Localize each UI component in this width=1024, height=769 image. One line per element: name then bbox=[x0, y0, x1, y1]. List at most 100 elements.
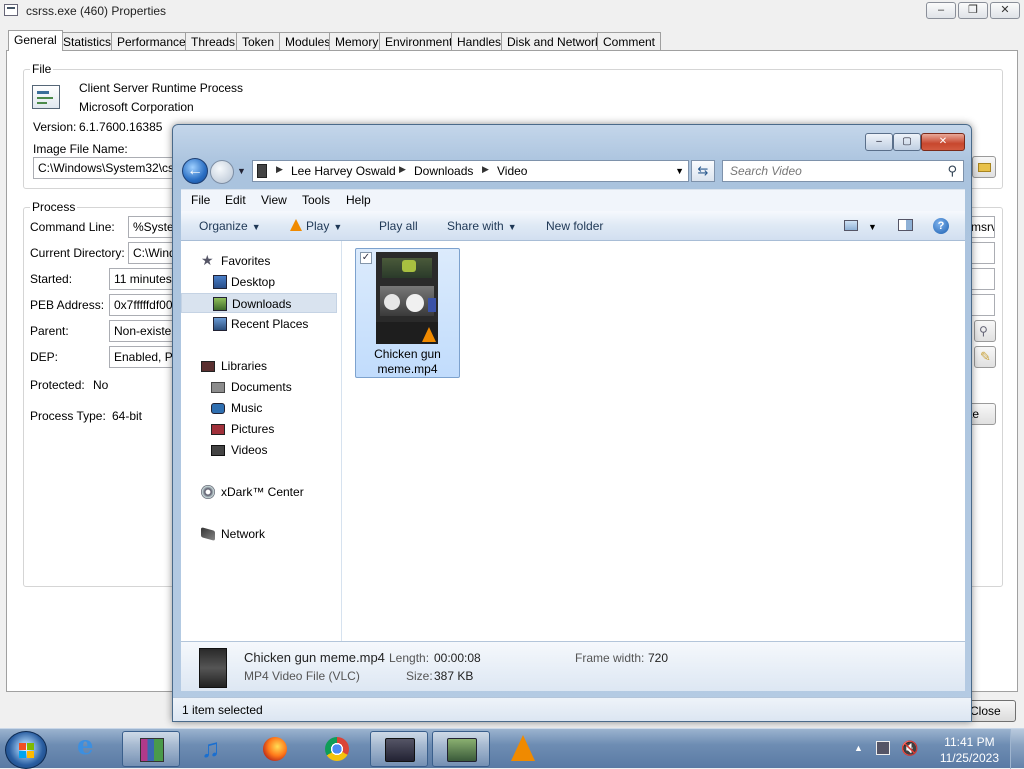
change-view-button[interactable]: ▼ bbox=[844, 219, 877, 233]
menu-edit[interactable]: Edit bbox=[225, 193, 246, 207]
close-button[interactable]: ✕ bbox=[990, 2, 1020, 19]
share-with-button[interactable]: Share with ▼ bbox=[447, 219, 517, 233]
vlc-icon bbox=[422, 327, 436, 342]
nav-network[interactable]: Network bbox=[181, 524, 337, 544]
ie-icon: e bbox=[77, 731, 94, 761]
current-directory-field[interactable]: C:\Wind bbox=[128, 242, 176, 264]
tab-token[interactable]: Token bbox=[236, 32, 281, 50]
taskbar-firefox[interactable] bbox=[246, 731, 304, 767]
menu-tools[interactable]: Tools bbox=[302, 193, 330, 207]
minimize-button[interactable]: – bbox=[926, 2, 956, 19]
search-icon[interactable]: ⚲ bbox=[947, 163, 957, 179]
maximize-button[interactable]: ❐ bbox=[958, 2, 988, 19]
breadcrumb-user[interactable]: Lee Harvey Oswald bbox=[291, 164, 396, 178]
tab-performance[interactable]: Performance bbox=[111, 32, 192, 50]
current-directory-field-tail[interactable] bbox=[969, 242, 995, 264]
clock[interactable]: 11:41 PM 11/25/2023 bbox=[940, 734, 999, 766]
nav-libraries[interactable]: Libraries bbox=[181, 356, 337, 376]
back-button[interactable]: ← bbox=[182, 158, 208, 184]
size-label: Size: bbox=[406, 669, 433, 683]
menu-view[interactable]: View bbox=[261, 193, 287, 207]
address-dropdown-icon[interactable]: ▼ bbox=[675, 166, 684, 176]
nav-documents[interactable]: Documents bbox=[181, 377, 337, 397]
show-desktop-button[interactable] bbox=[1010, 729, 1024, 769]
command-bar: Organize ▼ Play ▼ Play all Share with ▼ New… bbox=[181, 211, 965, 241]
search-input[interactable]: Search Video ⚲ bbox=[722, 160, 964, 182]
nav-pictures[interactable]: Pictures bbox=[181, 419, 337, 439]
address-bar[interactable]: ▶ Lee Harvey Oswald ▶ Downloads ▶ Video … bbox=[252, 160, 689, 182]
tab-statistics[interactable]: Statistics bbox=[57, 32, 118, 50]
dep-field[interactable]: Enabled, Per bbox=[109, 346, 176, 368]
length-value[interactable]: 00:00:08 bbox=[434, 651, 481, 665]
parent-search-button[interactable]: ⚲ bbox=[974, 320, 996, 342]
new-folder-button[interactable]: New folder bbox=[546, 219, 603, 233]
size-value[interactable]: 387 KB bbox=[434, 669, 473, 683]
breadcrumb-separator-icon[interactable]: ▶ bbox=[276, 164, 283, 175]
refresh-button[interactable]: ⇆ bbox=[691, 160, 715, 182]
explorer-minimize-button[interactable]: – bbox=[865, 133, 893, 151]
tab-threads[interactable]: Threads bbox=[185, 32, 242, 50]
nav-xdark-center[interactable]: xDark™ Center bbox=[181, 482, 337, 502]
preview-pane-button[interactable] bbox=[898, 219, 913, 234]
tab-comment[interactable]: Comment bbox=[597, 32, 662, 50]
started-field-tail[interactable] bbox=[969, 268, 995, 290]
forward-button[interactable] bbox=[210, 160, 234, 184]
command-line-field[interactable]: %Syster bbox=[128, 216, 176, 238]
process-type-label: Process Type: bbox=[30, 409, 106, 423]
command-line-field-tail[interactable]: msrv bbox=[969, 216, 995, 238]
explorer-close-button[interactable]: ✕ bbox=[921, 133, 965, 151]
close-dialog-button[interactable]: Close bbox=[966, 700, 1016, 722]
explorer-maximize-button[interactable]: ▢ bbox=[893, 133, 921, 151]
play-button[interactable]: Play ▼ bbox=[290, 219, 342, 233]
network-tray-icon[interactable] bbox=[876, 741, 890, 755]
nav-favorites[interactable]: ★ Favorites bbox=[181, 251, 337, 271]
tab-modules[interactable]: Modules bbox=[279, 32, 337, 50]
folder-location-icon bbox=[257, 164, 267, 178]
search-placeholder: Search Video bbox=[730, 164, 802, 178]
peb-address-field[interactable]: 0x7fffffdf00 bbox=[109, 294, 176, 316]
nav-music[interactable]: Music bbox=[181, 398, 337, 418]
nav-downloads[interactable]: Downloads bbox=[181, 293, 337, 313]
preview-pane-icon bbox=[898, 219, 913, 231]
play-all-button[interactable]: Play all bbox=[379, 219, 418, 233]
taskbar-internet-explorer[interactable]: e bbox=[60, 731, 118, 767]
nav-desktop[interactable]: Desktop bbox=[181, 272, 337, 292]
breadcrumb-separator-icon[interactable]: ▶ bbox=[399, 164, 406, 175]
start-button[interactable] bbox=[5, 731, 47, 769]
taskbar-winrar[interactable] bbox=[122, 731, 180, 767]
image-file-name-field[interactable]: C:\Windows\System32\csrss bbox=[33, 157, 183, 179]
help-icon[interactable]: ? bbox=[933, 218, 949, 234]
menu-help[interactable]: Help bbox=[346, 193, 371, 207]
nav-videos[interactable]: Videos bbox=[181, 440, 337, 460]
desktop-icon bbox=[213, 275, 227, 289]
nav-libraries-label: Libraries bbox=[221, 359, 268, 373]
taskbar-itunes[interactable]: ♫ bbox=[184, 731, 242, 767]
parent-field[interactable]: Non-existen bbox=[109, 320, 176, 342]
tab-disk-and-network[interactable]: Disk and Network bbox=[501, 32, 608, 50]
recent-pages-dropdown[interactable]: ▼ bbox=[237, 166, 246, 176]
volume-muted-icon[interactable]: 🔇 bbox=[901, 740, 918, 757]
taskbar-vlc[interactable] bbox=[494, 731, 552, 767]
network-icon bbox=[201, 527, 215, 541]
file-item-chicken-gun-meme[interactable]: ✓ Chicken gun meme.mp4 bbox=[355, 248, 460, 378]
dep-edit-button[interactable]: ✎ bbox=[974, 346, 996, 368]
breadcrumb-downloads[interactable]: Downloads bbox=[414, 164, 473, 178]
taskbar-chrome[interactable] bbox=[308, 731, 366, 767]
show-hidden-icons-icon[interactable]: ▲ bbox=[854, 743, 863, 753]
tab-memory[interactable]: Memory bbox=[329, 32, 385, 50]
taskbar-app-window[interactable] bbox=[370, 731, 428, 767]
open-folder-button[interactable] bbox=[972, 156, 996, 178]
started-field[interactable]: 11 minutes a bbox=[109, 268, 176, 290]
organize-button[interactable]: Organize ▼ bbox=[199, 219, 261, 233]
tab-environment[interactable]: Environment bbox=[379, 32, 459, 50]
breadcrumb-video[interactable]: Video bbox=[497, 164, 527, 178]
menu-file[interactable]: File bbox=[191, 193, 210, 207]
breadcrumb-separator-icon[interactable]: ▶ bbox=[482, 164, 489, 175]
peb-address-field-tail[interactable] bbox=[969, 294, 995, 316]
checkbox-icon[interactable]: ✓ bbox=[360, 252, 372, 264]
taskbar-vm[interactable] bbox=[432, 731, 490, 767]
tab-general[interactable]: General bbox=[8, 30, 63, 51]
frame-width-value[interactable]: 720 bbox=[648, 651, 668, 665]
nav-recent-places[interactable]: Recent Places bbox=[181, 314, 337, 334]
tab-handles[interactable]: Handles bbox=[451, 32, 508, 50]
